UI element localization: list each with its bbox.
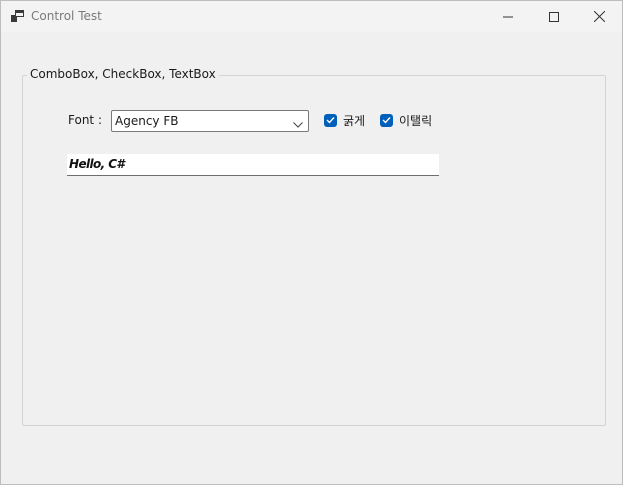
font-combobox[interactable]: Agency FB [111, 110, 309, 132]
checkmark-icon [324, 113, 337, 127]
checkmark-icon [380, 113, 393, 127]
maximize-icon [549, 11, 559, 22]
window-title: Control Test [31, 9, 102, 23]
groupbox-label: ComboBox, CheckBox, TextBox [27, 67, 219, 81]
minimize-icon [503, 12, 513, 22]
maximize-button[interactable] [531, 1, 577, 32]
font-label: Font : [68, 113, 102, 127]
main-window: Control Test ComboBox, CheckBox, TextBox… [0, 0, 623, 485]
italic-checkbox-label: 이탤릭 [399, 113, 433, 128]
sample-textbox-value: Hello, C# [69, 157, 125, 171]
bold-checkbox-label: 굵게 [343, 113, 366, 128]
sample-textbox[interactable]: Hello, C# [67, 154, 439, 176]
app-icon [11, 10, 24, 22]
chevron-down-icon [293, 117, 303, 131]
font-combobox-value: Agency FB [115, 114, 179, 128]
close-button[interactable] [576, 1, 622, 32]
title-bar[interactable]: Control Test [1, 1, 622, 32]
bold-checkbox[interactable]: 굵게 [324, 112, 365, 128]
italic-checkbox[interactable]: 이탤릭 [380, 112, 432, 128]
close-icon [593, 11, 605, 22]
groupbox [22, 75, 606, 426]
minimize-button[interactable] [485, 1, 531, 32]
